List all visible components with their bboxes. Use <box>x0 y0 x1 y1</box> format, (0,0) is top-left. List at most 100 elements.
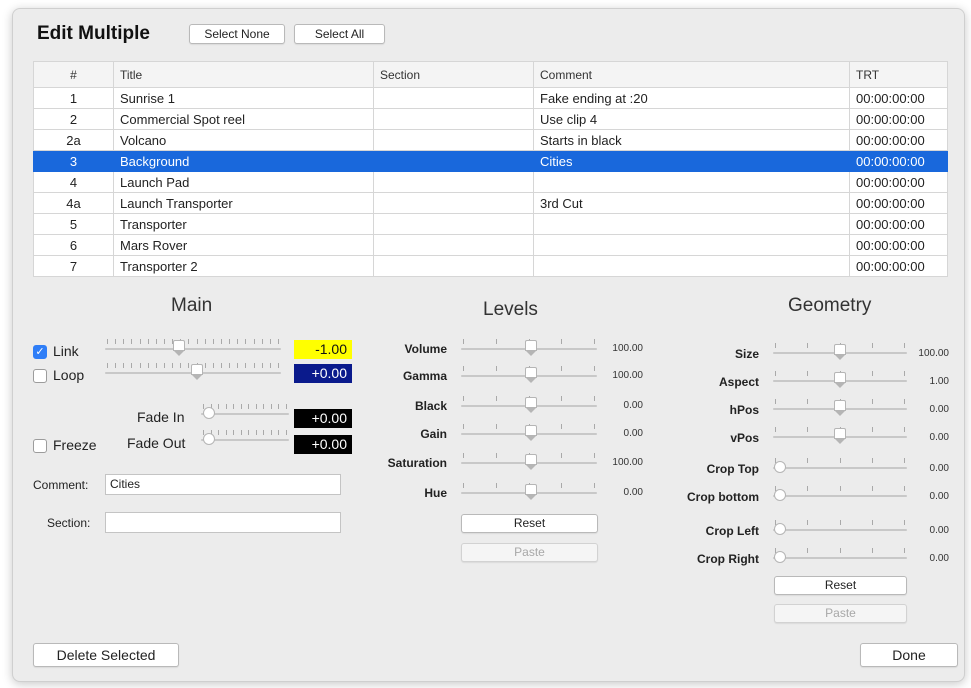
window-title: Edit Multiple <box>37 23 150 44</box>
levels-gain-label: Gain <box>420 427 447 441</box>
fade-in-slider[interactable] <box>201 404 289 422</box>
geometry-crop-right-label: Crop Right <box>697 552 759 566</box>
cell-trt: 00:00:00:00 <box>849 171 948 193</box>
table-row[interactable]: 3 Background Cities 00:00:00:00 <box>33 150 948 172</box>
levels-volume-slider[interactable] <box>461 339 597 357</box>
cell-number: 4 <box>33 171 114 193</box>
table-row[interactable]: 2 Commercial Spot reel Use clip 4 00:00:00:… <box>33 108 948 130</box>
geometry-vpos-slider[interactable] <box>773 427 907 445</box>
cell-trt: 00:00:00:00 <box>849 87 948 109</box>
geometry-crop-bottom-value: 0.00 <box>929 491 949 502</box>
column-header-section[interactable]: Section <box>373 61 534 88</box>
slider-ticks <box>775 520 905 526</box>
cell-number: 4a <box>33 192 114 214</box>
geometry-hpos-label: hPos <box>729 403 759 417</box>
levels-volume-value: 100.00 <box>612 343 643 354</box>
cell-number: 7 <box>33 255 114 277</box>
fade-out-value: +0.00 <box>294 435 352 454</box>
table-row[interactable]: 2a Volcano Starts in black 00:00:00:00 <box>33 129 948 151</box>
geometry-aspect-label: Aspect <box>718 375 759 389</box>
geometry-hpos-slider[interactable] <box>773 399 907 417</box>
freeze-label: Freeze <box>53 437 97 453</box>
table-row[interactable]: 7 Transporter 2 00:00:00:00 <box>33 255 948 277</box>
geometry-paste-button[interactable]: Paste <box>774 604 907 623</box>
cell-title: Transporter <box>113 213 374 235</box>
geometry-size-slider[interactable] <box>773 343 907 361</box>
cell-comment: Cities <box>533 150 850 172</box>
geometry-crop-top-slider[interactable] <box>773 458 907 476</box>
cell-comment: Fake ending at :20 <box>533 87 850 109</box>
levels-gamma-slider[interactable] <box>461 366 597 384</box>
link-value: -1.00 <box>294 340 352 359</box>
main-section-heading: Main <box>171 295 213 316</box>
cell-trt: 00:00:00:00 <box>849 255 948 277</box>
select-none-button[interactable]: Select None <box>189 24 285 44</box>
fade-out-label: Fade Out <box>127 435 186 451</box>
levels-section-heading: Levels <box>483 299 538 320</box>
geometry-crop-bottom-slider[interactable] <box>773 486 907 504</box>
fade-in-value: +0.00 <box>294 409 352 428</box>
geometry-size-value: 100.00 <box>918 348 949 359</box>
cell-title: Mars Rover <box>113 234 374 256</box>
loop-checkbox[interactable] <box>33 369 47 383</box>
cell-section <box>373 171 534 193</box>
levels-hue-label: Hue <box>424 486 447 500</box>
geometry-crop-right-slider[interactable] <box>773 548 907 566</box>
slider-ticks <box>203 430 287 436</box>
cell-title: Launch Transporter <box>113 192 374 214</box>
cell-title: Transporter 2 <box>113 255 374 277</box>
geometry-crop-top-label: Crop Top <box>706 462 759 476</box>
column-header-comment[interactable]: Comment <box>533 61 850 88</box>
cell-section <box>373 87 534 109</box>
geometry-crop-left-slider[interactable] <box>773 520 907 538</box>
table-row[interactable]: 4a Launch Transporter 3rd Cut 00:00:00:00 <box>33 192 948 214</box>
levels-black-slider[interactable] <box>461 396 597 414</box>
link-checkbox[interactable]: ✓ <box>33 345 47 359</box>
freeze-checkbox[interactable] <box>33 439 47 453</box>
levels-hue-slider[interactable] <box>461 483 597 501</box>
geometry-hpos-value: 0.00 <box>929 404 949 415</box>
column-header-number[interactable]: # <box>33 61 114 88</box>
link-slider[interactable] <box>105 339 281 357</box>
cell-title: Commercial Spot reel <box>113 108 374 130</box>
cell-section <box>373 234 534 256</box>
geometry-crop-left-value: 0.00 <box>929 525 949 536</box>
geometry-reset-button[interactable]: Reset <box>774 576 907 595</box>
levels-black-value: 0.00 <box>623 400 643 411</box>
levels-paste-button[interactable]: Paste <box>461 543 598 562</box>
levels-volume-label: Volume <box>404 342 447 356</box>
levels-gain-slider[interactable] <box>461 424 597 442</box>
slider-ticks <box>775 548 905 554</box>
cell-number: 6 <box>33 234 114 256</box>
comment-field[interactable]: Cities <box>105 474 341 495</box>
levels-gain-value: 0.00 <box>623 428 643 439</box>
cell-title: Sunrise 1 <box>113 87 374 109</box>
cell-trt: 00:00:00:00 <box>849 129 948 151</box>
slider-ticks <box>775 458 905 464</box>
column-header-trt[interactable]: TRT <box>849 61 948 88</box>
geometry-vpos-label: vPos <box>730 431 759 445</box>
select-all-button[interactable]: Select All <box>294 24 385 44</box>
cell-comment: Starts in black <box>533 129 850 151</box>
levels-gamma-value: 100.00 <box>612 370 643 381</box>
done-button[interactable]: Done <box>860 643 958 667</box>
cell-comment <box>533 255 850 277</box>
geometry-aspect-value: 1.00 <box>929 376 949 387</box>
levels-reset-button[interactable]: Reset <box>461 514 598 533</box>
table-row[interactable]: 4 Launch Pad 00:00:00:00 <box>33 171 948 193</box>
geometry-aspect-slider[interactable] <box>773 371 907 389</box>
table-row[interactable]: 1 Sunrise 1 Fake ending at :20 00:00:00:00 <box>33 87 948 109</box>
fade-out-slider[interactable] <box>201 430 289 448</box>
section-field[interactable] <box>105 512 341 533</box>
cell-trt: 00:00:00:00 <box>849 234 948 256</box>
column-header-title[interactable]: Title <box>113 61 374 88</box>
fade-in-label: Fade In <box>137 409 185 425</box>
table-row[interactable]: 5 Transporter 00:00:00:00 <box>33 213 948 235</box>
edit-multiple-window: Edit Multiple Select None Select All # T… <box>12 8 965 682</box>
delete-selected-button[interactable]: Delete Selected <box>33 643 179 667</box>
loop-slider[interactable] <box>105 363 281 381</box>
levels-saturation-slider[interactable] <box>461 453 597 471</box>
table-row[interactable]: 6 Mars Rover 00:00:00:00 <box>33 234 948 256</box>
cell-comment: Use clip 4 <box>533 108 850 130</box>
cell-section <box>373 255 534 277</box>
